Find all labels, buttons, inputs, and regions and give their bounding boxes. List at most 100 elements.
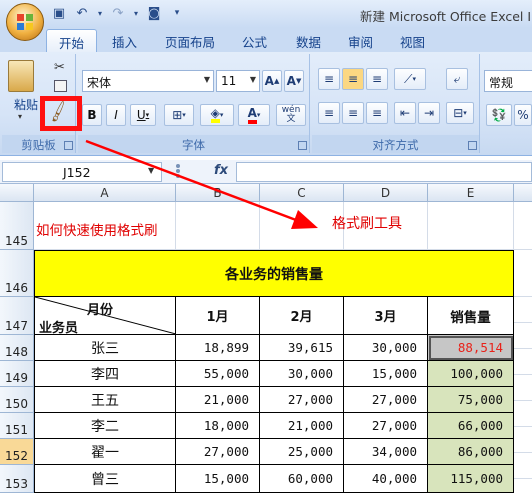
decrease-indent-button[interactable]: ⇤ [394, 102, 416, 124]
diagonal-header-cell[interactable]: 月份 业务员 [34, 297, 176, 336]
total-cell[interactable]: 88,514 [428, 335, 514, 361]
row-header-149[interactable]: 149 [0, 361, 34, 387]
month-header-2[interactable]: 2月 [260, 297, 344, 335]
save-icon[interactable]: ▣ [50, 4, 68, 22]
row-header-150[interactable]: 150 [0, 387, 34, 413]
salesperson-cell[interactable]: 王五 [34, 387, 176, 413]
tab-page-layout[interactable]: 页面布局 [165, 32, 215, 51]
paste-dropdown-icon[interactable]: ▾ [18, 112, 22, 121]
month-value-cell[interactable]: 30,000 [260, 361, 344, 387]
shrink-font-button[interactable]: A ▼ [284, 70, 304, 92]
grow-font-button[interactable]: A ▲ [262, 70, 282, 92]
column-header-d[interactable]: D [344, 184, 428, 202]
underline-button[interactable]: U ▾ [130, 104, 156, 126]
splitter-handle[interactable] [176, 169, 180, 173]
font-launcher-icon[interactable] [298, 141, 307, 150]
insert-function-icon[interactable]: fx [214, 163, 228, 178]
total-cell[interactable]: 115,000 [428, 465, 514, 493]
salesperson-cell[interactable]: 李二 [34, 413, 176, 439]
empty-cell[interactable] [514, 250, 532, 297]
month-value-cell[interactable]: 27,000 [260, 387, 344, 413]
salesperson-cell[interactable]: 翟一 [34, 439, 176, 465]
redo-icon[interactable]: ↷ [109, 4, 127, 22]
month-value-cell[interactable]: 21,000 [176, 387, 260, 413]
column-header-b[interactable]: B [176, 184, 260, 202]
clipboard-launcher-icon[interactable] [64, 141, 73, 150]
formula-input[interactable] [236, 162, 532, 182]
borders-button[interactable]: ⊞ ▾ [164, 104, 194, 126]
increase-indent-button[interactable]: ⇥ [418, 102, 440, 124]
column-header-c[interactable]: C [260, 184, 344, 202]
customize-toolbar-icon[interactable]: ▾ [168, 4, 186, 22]
month-value-cell[interactable]: 18,899 [176, 335, 260, 361]
month-value-cell[interactable]: 30,000 [344, 335, 428, 361]
tab-review[interactable]: 审阅 [348, 32, 373, 51]
merge-center-button[interactable]: ⊟ ▾ [446, 102, 474, 124]
salesperson-cell[interactable]: 李四 [34, 361, 176, 387]
month-value-cell[interactable]: 27,000 [344, 413, 428, 439]
month-value-cell[interactable]: 55,000 [176, 361, 260, 387]
fill-color-button[interactable]: ◈ ▾ [200, 104, 234, 126]
percent-button[interactable]: % [514, 104, 532, 126]
paste-button-label[interactable]: 粘贴 [14, 96, 38, 113]
salesperson-cell[interactable]: 曾三 [34, 465, 176, 493]
align-right-button[interactable]: ≡ [366, 102, 388, 124]
month-header-3[interactable]: 3月 [344, 297, 428, 335]
tab-view[interactable]: 视图 [400, 32, 425, 51]
row-header-151[interactable]: 151 [0, 413, 34, 439]
bold-button[interactable]: B [82, 104, 102, 126]
align-bottom-button[interactable]: ≡ [366, 68, 388, 90]
undo-dropdown-icon[interactable]: ▾ [96, 4, 104, 22]
table-title[interactable]: 各业务的销售量 [34, 250, 514, 297]
office-button[interactable] [6, 3, 44, 41]
month-value-cell[interactable]: 15,000 [344, 361, 428, 387]
row-header-146[interactable]: 146 [0, 250, 34, 297]
row-header-153[interactable]: 153 [0, 465, 34, 493]
alignment-launcher-icon[interactable] [468, 141, 477, 150]
month-value-cell[interactable]: 21,000 [260, 413, 344, 439]
cut-icon[interactable]: ✂ [54, 60, 65, 75]
total-header[interactable]: 销售量 [428, 297, 514, 335]
tab-insert[interactable]: 插入 [112, 32, 137, 51]
accounting-format-button[interactable]: 💱 [486, 104, 512, 126]
month-value-cell[interactable]: 15,000 [176, 465, 260, 493]
row-header-147[interactable]: 147 [0, 297, 34, 335]
row-header-145[interactable]: 145 [0, 202, 34, 250]
total-cell[interactable]: 75,000 [428, 387, 514, 413]
name-box[interactable]: J152 [2, 162, 162, 182]
redo-dropdown-icon[interactable]: ▾ [132, 4, 140, 22]
month-header-1[interactable]: 1月 [176, 297, 260, 335]
orientation-button[interactable]: ⟋ ▾ [394, 68, 426, 90]
tab-data[interactable]: 数据 [296, 32, 321, 51]
align-top-button[interactable]: ≡ [318, 68, 340, 90]
month-value-cell[interactable]: 18,000 [176, 413, 260, 439]
phonetic-button[interactable]: wén 文 [276, 104, 306, 126]
row-header-148[interactable]: 148 [0, 335, 34, 361]
camera-icon[interactable]: ◙ [145, 4, 163, 22]
row-header-152[interactable]: 152 [0, 439, 34, 465]
month-value-cell[interactable]: 25,000 [260, 439, 344, 465]
align-middle-button[interactable]: ≡ [342, 68, 364, 90]
number-format-combo[interactable]: 常规 [484, 70, 532, 92]
tab-home[interactable]: 开始 [46, 29, 98, 52]
undo-icon[interactable]: ↶ [73, 4, 91, 22]
name-box-dropdown-icon[interactable]: ▼ [148, 166, 154, 175]
total-cell[interactable]: 86,000 [428, 439, 514, 465]
tab-formulas[interactable]: 公式 [242, 32, 267, 51]
month-value-cell[interactable]: 27,000 [176, 439, 260, 465]
font-color-button[interactable]: A ▾ [238, 104, 270, 126]
select-all-corner[interactable] [0, 184, 34, 202]
column-header-e[interactable]: E [428, 184, 514, 202]
total-cell[interactable]: 100,000 [428, 361, 514, 387]
copy-icon[interactable] [54, 80, 67, 92]
column-header-f[interactable] [514, 184, 532, 202]
month-value-cell[interactable]: 40,000 [344, 465, 428, 493]
month-value-cell[interactable]: 60,000 [260, 465, 344, 493]
font-size-combo[interactable]: 11 ▼ [216, 70, 260, 92]
month-value-cell[interactable]: 39,615 [260, 335, 344, 361]
align-left-button[interactable]: ≡ [318, 102, 340, 124]
salesperson-cell[interactable]: 张三 [34, 335, 176, 361]
font-name-combo[interactable]: 宋体 ▼ [82, 70, 214, 92]
wrap-text-button[interactable]: ⤶ [446, 68, 468, 90]
total-cell[interactable]: 66,000 [428, 413, 514, 439]
